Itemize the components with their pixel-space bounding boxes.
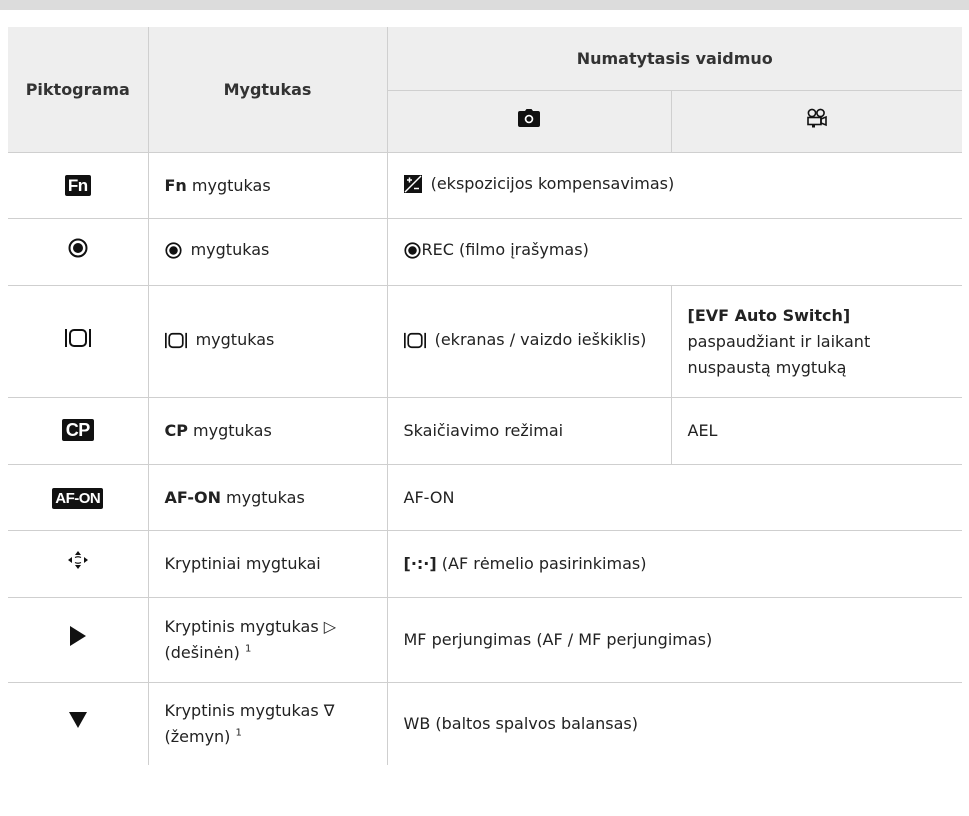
button-name: CP <box>164 421 188 440</box>
default-role-cell: AF-ON <box>386 464 962 531</box>
icon-cell <box>8 218 149 286</box>
header-movie <box>670 90 962 153</box>
default-role-cell: WB (baltos spalvos balansas) <box>386 682 962 765</box>
button-text: Kryptinis mygtukas <box>164 617 324 636</box>
button-suffix: mygtukas <box>186 175 271 195</box>
button-suffix: mygtukas <box>220 487 305 507</box>
footnote-mark: 1 <box>244 643 252 655</box>
af-on-icon: AF-ON <box>52 487 104 509</box>
movie-camera-icon <box>806 108 828 136</box>
button-subtext: (žemyn) <box>164 727 236 746</box>
button-suffix: mygtukas <box>187 421 272 440</box>
button-cell: AF-ON mygtukas <box>147 464 388 531</box>
button-suffix: mygtukas <box>185 240 270 259</box>
button-subtext: (dešinėn) <box>164 643 245 662</box>
table-row-afon: AF-ON AF-ON mygtukas AF-ON <box>8 464 962 531</box>
button-cell: Kryptinis mygtukas ▷ (dešinėn) 1 <box>147 597 388 683</box>
fn-icon: Fn <box>64 174 91 196</box>
header-numatytasis: Numatytasis vaidmuo <box>386 27 962 91</box>
movie-role-text: paspaudžiant ir laikant nuspaustą mygtuk… <box>687 331 871 377</box>
photo-role-cell: Skaičiavimo režimai <box>386 397 672 465</box>
camera-icon <box>518 108 540 135</box>
cp-icon: CP <box>61 419 94 441</box>
icon-cell <box>8 682 149 765</box>
arrow-pad-icon <box>67 551 89 574</box>
button-name: Fn <box>164 175 187 195</box>
footnote-mark: 1 <box>235 727 242 739</box>
record-icon <box>68 238 88 262</box>
button-text: Kryptinis mygtukas <box>164 701 324 720</box>
icon-cell: CP <box>8 397 149 465</box>
table-row-lv: mygtukas (ekranas / vaizdo ieškiklis) [E… <box>8 285 962 398</box>
default-role-text: (ekspozicijos kompensavimas) <box>425 173 675 193</box>
triangle-down-icon <box>68 712 88 733</box>
icon-cell <box>8 530 149 598</box>
icon-cell <box>8 597 149 683</box>
right-arrow-outline-icon: ▷ <box>323 617 337 636</box>
af-frame-icon: [·:·] <box>403 554 437 573</box>
icon-cell <box>8 285 149 398</box>
play-right-icon <box>69 626 87 651</box>
button-suffix: mygtukas <box>190 329 275 349</box>
lv-icon <box>403 331 426 357</box>
button-cell: CP mygtukas <box>147 397 388 465</box>
button-cell: Kryptinis mygtukas ∇ (žemyn) 1 <box>147 682 388 765</box>
table-row-rec: mygtukas REC (filmo įrašymas) <box>8 218 962 286</box>
default-role-text: REC (filmo įrašymas) <box>421 240 589 259</box>
evf-auto-switch-label: [EVF Auto Switch] <box>687 305 851 325</box>
lv-icon <box>164 331 187 357</box>
default-role-cell: REC (filmo įrašymas) <box>386 218 962 286</box>
default-role-cell: [·:·] (AF rėmelio pasirinkimas) <box>386 530 962 598</box>
icon-cell: AF-ON <box>8 464 149 531</box>
button-cell: Kryptiniai mygtukai <box>147 530 388 598</box>
table-row-cp: CP CP mygtukas Skaičiavimo režimai AEL <box>8 397 962 465</box>
down-arrow-outline-icon: ∇ <box>323 701 335 720</box>
button-name: AF-ON <box>164 487 221 507</box>
record-icon <box>164 241 182 267</box>
lv-icon <box>64 328 91 352</box>
header-photo <box>387 90 672 153</box>
default-role-cell: MF perjungimas (AF / MF perjungimas) <box>386 597 962 683</box>
table-row-down: Kryptinis mygtukas ∇ (žemyn) 1 WB (baltos… <box>8 682 962 765</box>
photo-role-cell: (ekranas / vaizdo ieškiklis) <box>386 285 672 398</box>
icon-cell: Fn <box>8 152 149 219</box>
button-cell: mygtukas <box>147 285 388 398</box>
button-function-table: Piktograma Mygtukas Numatytasis vaidmuo … <box>8 27 962 765</box>
header-piktograma: Piktograma <box>8 27 149 153</box>
default-role-text: (AF rėmelio pasirinkimas) <box>436 554 647 573</box>
table-row-fn: Fn Fn mygtukas (ekspozicijos kompensavim… <box>8 152 962 219</box>
photo-role-text: (ekranas / vaizdo ieškiklis) <box>429 329 647 349</box>
exposure-compensation-icon <box>403 174 422 201</box>
table-row-arrow-pad: Kryptiniai mygtukai [·:·] (AF rėmelio pa… <box>8 530 962 598</box>
record-icon <box>403 241 421 267</box>
button-cell: Fn mygtukas <box>147 152 388 219</box>
header-mygtukas: Mygtukas <box>147 27 388 153</box>
top-strip <box>0 0 969 10</box>
table-row-right: Kryptinis mygtukas ▷ (dešinėn) 1 MF perju… <box>8 597 962 683</box>
movie-role-cell: [EVF Auto Switch] paspaudžiant ir laikant… <box>670 285 962 398</box>
default-role-cell: (ekspozicijos kompensavimas) <box>386 152 962 219</box>
button-cell: mygtukas <box>147 218 388 286</box>
movie-role-cell: AEL <box>670 397 962 465</box>
